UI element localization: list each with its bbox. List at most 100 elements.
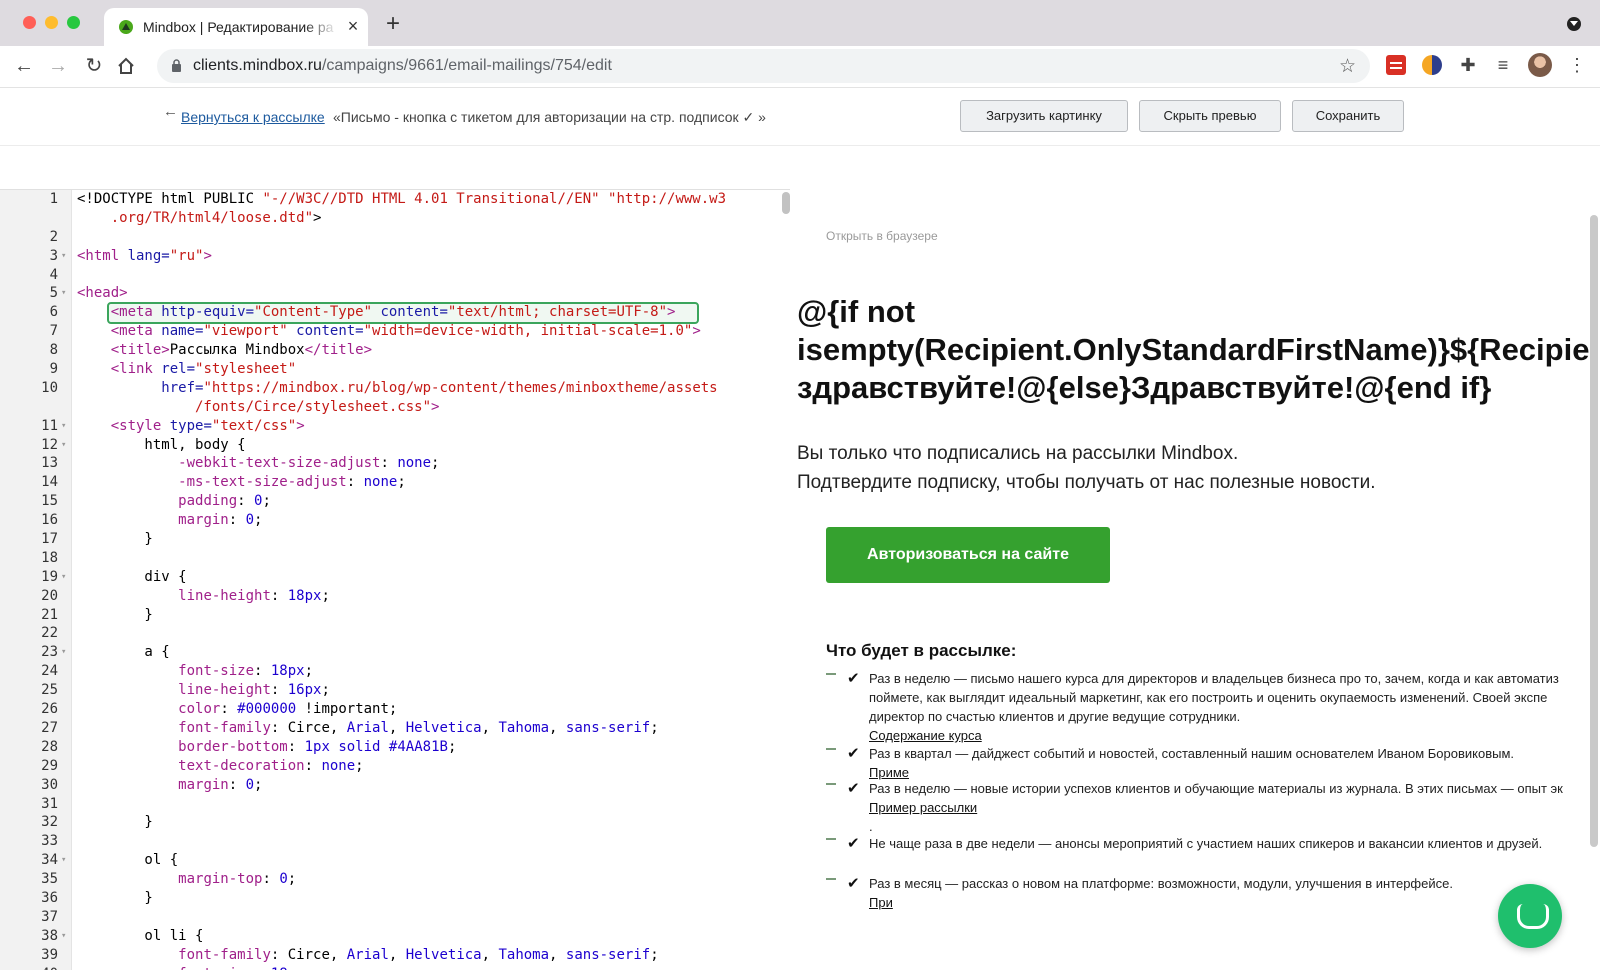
browser-tab-active[interactable]: Mindbox | Редактирование ра × bbox=[104, 8, 368, 46]
code-lines: 1 <!DOCTYPE html PUBLIC "-//W3C//DTD HTML… bbox=[0, 190, 790, 970]
code-token: ; bbox=[397, 474, 406, 491]
code-token: , bbox=[388, 946, 406, 963]
fold-toggle-icon[interactable]: ▾ bbox=[61, 417, 66, 436]
preview-scrollbar[interactable] bbox=[1590, 215, 1598, 847]
list-link[interactable]: Содержание курса bbox=[869, 726, 1559, 745]
code-token: ; bbox=[262, 493, 271, 510]
code-text: ol li { bbox=[77, 927, 203, 946]
fold-toggle-icon[interactable]: ▾ bbox=[61, 927, 66, 946]
code-text: -webkit-text-size-adjust: none; bbox=[77, 454, 439, 473]
url-text: clients.mindbox.ru/campaigns/9661/email-… bbox=[193, 57, 612, 75]
fold-toggle-icon[interactable]: ▾ bbox=[61, 643, 66, 662]
forward-arrow-icon[interactable]: → bbox=[44, 52, 72, 80]
queue-icon[interactable]: ≡ bbox=[1493, 55, 1513, 75]
close-icon[interactable]: × bbox=[344, 17, 362, 35]
line-number: 8 bbox=[49, 342, 58, 359]
code-token: content= bbox=[380, 304, 448, 321]
window-maximize-button[interactable] bbox=[67, 16, 80, 29]
code-token: 0 bbox=[245, 776, 255, 793]
code-token: 18px bbox=[287, 587, 322, 604]
line-number: 34 bbox=[41, 852, 58, 869]
line-number: 13 bbox=[41, 455, 58, 472]
code-token: } bbox=[77, 814, 153, 831]
code-token: /fonts/Circe/stylesheet.css" bbox=[77, 398, 432, 415]
code-token: 0 bbox=[279, 871, 288, 888]
code-token: color bbox=[178, 701, 221, 718]
hide-preview-button[interactable]: Скрыть превью bbox=[1139, 100, 1281, 132]
extension-icon[interactable] bbox=[1386, 55, 1406, 75]
fold-toggle-icon[interactable]: ▾ bbox=[61, 851, 66, 870]
code-token: : bbox=[254, 966, 271, 970]
code-token: > bbox=[667, 304, 676, 321]
back-arrow-icon[interactable]: ← bbox=[10, 52, 38, 80]
avatar[interactable] bbox=[1528, 53, 1552, 77]
open-in-browser-link[interactable]: Открыть в браузере bbox=[826, 229, 938, 243]
plus-icon[interactable]: + bbox=[382, 12, 404, 36]
code-line: 4 bbox=[0, 266, 790, 285]
authorize-on-site-button[interactable]: Авторизоваться на сайте bbox=[826, 527, 1110, 583]
line-number: 19 bbox=[41, 568, 58, 585]
code-token: , bbox=[388, 719, 406, 736]
code-text: margin: 0; bbox=[77, 511, 262, 530]
fold-toggle-icon[interactable]: ▾ bbox=[61, 247, 66, 266]
code-token: ; bbox=[287, 871, 297, 888]
code-editor[interactable]: 1 <!DOCTYPE html PUBLIC "-//W3C//DTD HTML… bbox=[0, 189, 790, 970]
fold-toggle-icon[interactable]: ▾ bbox=[61, 284, 66, 303]
code-text: font-size: 18px; bbox=[77, 965, 313, 970]
fold-toggle-icon[interactable]: ▾ bbox=[61, 568, 66, 587]
code-text: line-height: 18px; bbox=[77, 587, 330, 606]
code-text: margin-top: 0; bbox=[77, 870, 296, 889]
upload-image-button[interactable]: Загрузить картинку bbox=[960, 100, 1128, 132]
back-to-mailing-link[interactable]: Вернуться к рассылке bbox=[181, 109, 325, 125]
code-line: 11 ▾ <style type="text/css"> bbox=[0, 417, 790, 436]
code-line: 26 color: #000000 !important; bbox=[0, 700, 790, 719]
tab-title-fade bbox=[304, 16, 338, 38]
line-number: 15 bbox=[41, 493, 58, 510]
line-number: 9 bbox=[49, 361, 58, 378]
code-token: : bbox=[380, 455, 398, 472]
list-link[interactable]: Пример рассылки bbox=[869, 798, 1563, 817]
code-line: 39 font-family: Circe, Arial, Helvetica,… bbox=[0, 946, 790, 965]
code-text: font-family: Circe, Arial, Helvetica, Ta… bbox=[77, 946, 658, 965]
kebab-menu-icon[interactable]: ⋮ bbox=[1568, 54, 1586, 76]
url-path: /campaigns/9661/email-mailings/754/edit bbox=[321, 57, 612, 74]
fold-toggle-icon[interactable]: ▾ bbox=[61, 436, 66, 455]
tab-search-dropdown-icon[interactable] bbox=[1567, 17, 1581, 31]
reload-icon[interactable]: ↻ bbox=[80, 52, 108, 80]
code-text: } bbox=[77, 889, 152, 908]
puzzle-icon[interactable]: ✚ bbox=[1458, 55, 1478, 75]
list-text: Раз в неделю — письмо нашего курса для д… bbox=[869, 671, 1559, 686]
chat-icon[interactable] bbox=[1498, 884, 1562, 948]
code-token: ; bbox=[321, 587, 330, 604]
code-token: none bbox=[321, 757, 356, 774]
code-token: padding bbox=[178, 493, 238, 510]
extension-icon[interactable] bbox=[1422, 55, 1442, 75]
code-token: #000000 bbox=[237, 701, 297, 718]
code-token: "-//W3C//DTD HTML 4.01 Transitional//EN"… bbox=[262, 191, 727, 207]
address-bar[interactable]: clients.mindbox.ru/campaigns/9661/email-… bbox=[157, 49, 1370, 83]
code-line: 33 bbox=[0, 832, 790, 851]
code-token: : bbox=[237, 493, 255, 510]
code-token: "stylesheet" bbox=[195, 361, 297, 378]
star-icon[interactable]: ☆ bbox=[1339, 55, 1356, 78]
code-token: #4AA81B bbox=[388, 738, 448, 755]
editor-scrollbar[interactable] bbox=[782, 192, 790, 214]
list-link[interactable]: При bbox=[869, 893, 1453, 912]
code-token: : bbox=[228, 512, 246, 529]
list-item-line: Раз в неделю — письмо нашего курса для д… bbox=[869, 669, 1559, 688]
home-icon[interactable] bbox=[116, 56, 136, 76]
window-minimize-button[interactable] bbox=[45, 16, 58, 29]
line-number: 27 bbox=[41, 719, 58, 736]
section-title: Что будет в рассылке: bbox=[826, 641, 1017, 660]
back-arrow-icon: ← bbox=[163, 103, 178, 120]
list-item-line: Не чаще раза в две недели — анонсы мероп… bbox=[869, 834, 1542, 853]
save-button[interactable]: Сохранить bbox=[1292, 100, 1404, 132]
code-line: 36 } bbox=[0, 889, 790, 908]
window-close-button[interactable] bbox=[23, 16, 36, 29]
